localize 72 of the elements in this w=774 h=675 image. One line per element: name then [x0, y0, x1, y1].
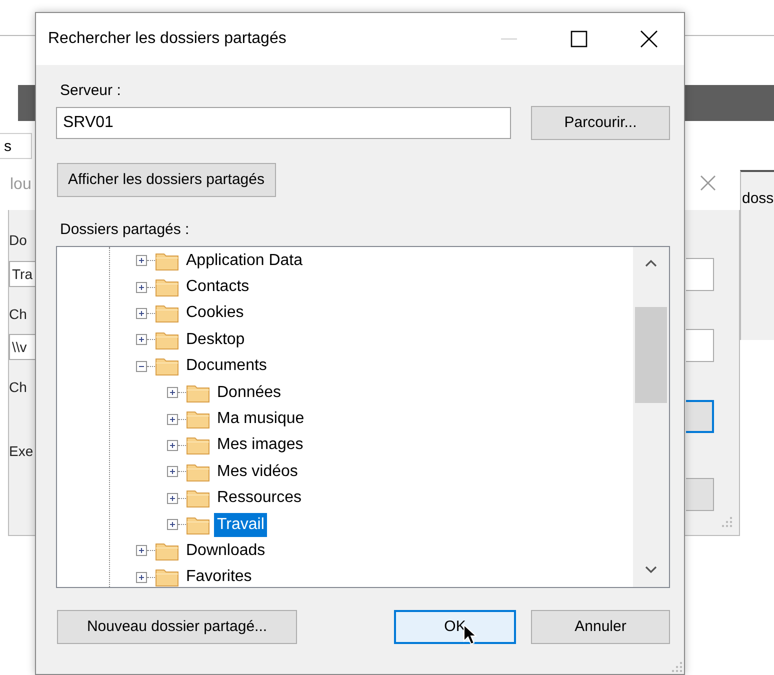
- browse-button[interactable]: Parcourir...: [531, 106, 670, 140]
- expand-icon[interactable]: [167, 492, 178, 504]
- folder-icon: [186, 409, 210, 430]
- folder-icon: [155, 540, 179, 561]
- tree-item[interactable]: Ressources: [214, 486, 304, 510]
- input-field[interactable]: [686, 258, 714, 291]
- tree-item[interactable]: Application Data: [183, 248, 306, 273]
- field-label: Exe: [9, 442, 34, 461]
- maximize-icon: [569, 29, 589, 49]
- scroll-up-icon: [645, 258, 657, 268]
- folder-icon: [155, 303, 179, 324]
- scrollbar-thumb[interactable]: [635, 306, 667, 402]
- resize-grip-icon: [672, 662, 682, 672]
- tree-item[interactable]: Documents: [183, 354, 270, 378]
- expand-icon[interactable]: [136, 334, 147, 346]
- input-field[interactable]: \\v: [9, 334, 35, 360]
- cursor-icon: [463, 624, 477, 645]
- folder-icon: [186, 514, 210, 535]
- dialog-button[interactable]: Annuler: [531, 610, 670, 644]
- dialog-button[interactable]: OK: [394, 610, 516, 644]
- scrollbar[interactable]: [633, 246, 669, 586]
- folder-icon: [186, 462, 210, 482]
- input-field[interactable]: [686, 329, 714, 362]
- tree-item[interactable]: Cookies: [183, 301, 247, 326]
- side-button[interactable]: [686, 400, 714, 433]
- expand-icon[interactable]: [136, 308, 147, 319]
- expand-icon[interactable]: [167, 387, 178, 398]
- expand-icon[interactable]: [136, 545, 147, 556]
- tree-view[interactable]: Application Data Contacts Cookies Desktop Documents Données Ma musique Mes images Mes vidéos Ressources Travail Downloads Favorites: [56, 246, 670, 588]
- dialog-button[interactable]: Nouveau dossier partagé...: [57, 610, 297, 644]
- tab[interactable]: s: [0, 133, 32, 159]
- folder-icon: [186, 488, 210, 508]
- expand-icon[interactable]: [136, 282, 147, 293]
- tree-item[interactable]: Ma musique: [214, 407, 308, 432]
- tree-item[interactable]: Desktop: [183, 328, 248, 352]
- folder-icon: [155, 356, 179, 376]
- tree-item[interactable]: Travail: [214, 512, 268, 537]
- scroll-down-icon: [645, 564, 657, 574]
- tree-item[interactable]: Données: [214, 380, 284, 405]
- tree-item[interactable]: Downloads: [183, 538, 268, 563]
- field-label: Ch: [9, 305, 27, 324]
- expand-icon[interactable]: [167, 466, 178, 478]
- window-title: Rechercher les dossiers partagés: [48, 29, 288, 49]
- close-icon: [639, 29, 659, 49]
- expand-icon[interactable]: [167, 519, 178, 530]
- minimize-icon: [501, 38, 517, 40]
- input-field[interactable]: Tra: [9, 261, 35, 287]
- tree-item[interactable]: Mes vidéos: [214, 460, 301, 484]
- tree-item[interactable]: Mes images: [214, 433, 306, 458]
- expand-icon[interactable]: [136, 572, 147, 583]
- field-label: Do: [9, 231, 27, 250]
- tree-item[interactable]: Contacts: [183, 275, 252, 300]
- resize-grip-icon: [722, 517, 732, 527]
- folder-icon: [186, 435, 210, 456]
- field-label: Serveur :: [59, 81, 122, 101]
- folder-icon: [186, 382, 210, 403]
- tree-item[interactable]: Favorites: [183, 565, 255, 586]
- close-icon: [698, 173, 718, 193]
- field-label: Dossiers partagés :: [59, 220, 190, 240]
- folder-icon: [155, 567, 179, 586]
- expand-icon[interactable]: [136, 255, 147, 266]
- folder-icon: [155, 277, 179, 298]
- field-label: doss: [742, 189, 774, 209]
- expand-icon[interactable]: [167, 414, 178, 425]
- expand-icon[interactable]: [167, 440, 178, 451]
- collapse-icon[interactable]: [136, 360, 147, 372]
- field-label: Ch: [9, 378, 27, 397]
- folder-icon: [155, 330, 179, 350]
- server-field[interactable]: SRV01: [56, 107, 511, 140]
- folder-icon: [155, 250, 179, 271]
- show-folders-button[interactable]: Afficher les dossiers partagés: [57, 162, 276, 197]
- window-title: lou: [10, 175, 32, 195]
